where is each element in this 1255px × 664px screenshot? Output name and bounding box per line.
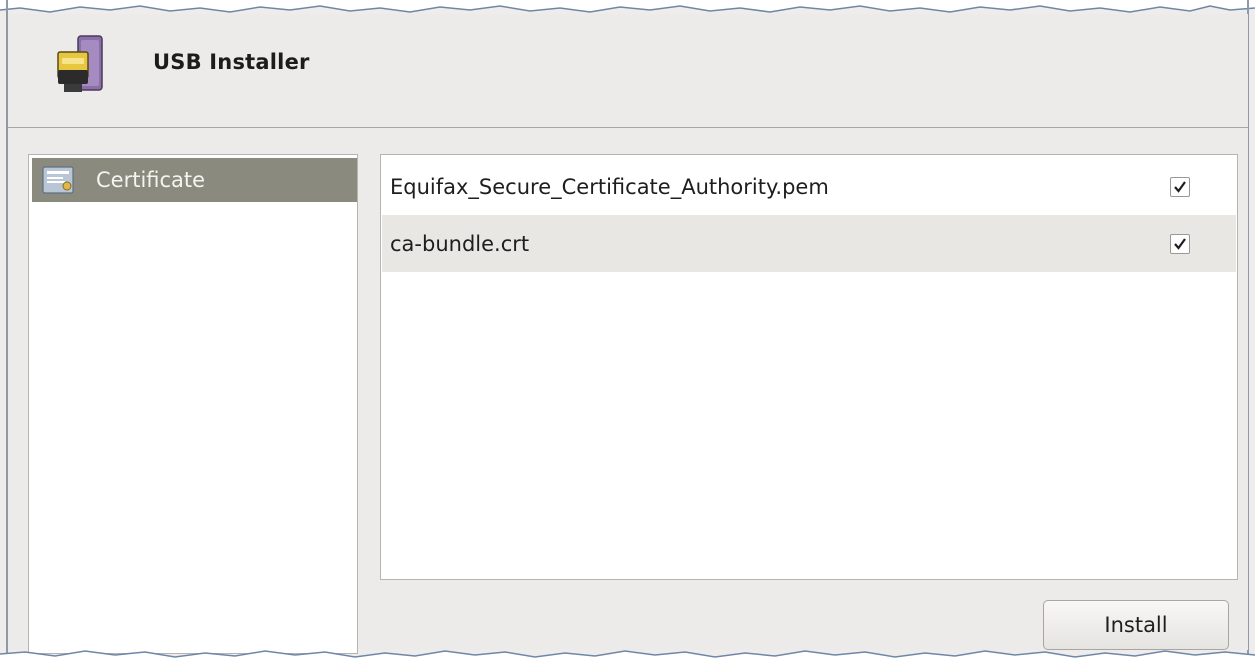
torn-edge-bottom (0, 650, 1255, 664)
certificate-name: Equifax_Secure_Certificate_Authority.pem (390, 174, 829, 199)
usb-installer-window: USB Installer Certificate Equifax_Secure… (0, 0, 1255, 664)
certificate-checkbox[interactable] (1170, 233, 1190, 254)
usb-drive-icon (57, 35, 103, 92)
install-button[interactable]: Install (1043, 600, 1229, 650)
checkmark-icon (1174, 237, 1186, 250)
list-item[interactable]: ca-bundle.crt (382, 215, 1236, 272)
window-header: USB Installer (8, 14, 1248, 128)
sidebar-item-label: Certificate (96, 168, 206, 192)
certificate-list: Equifax_Secure_Certificate_Authority.pem… (380, 154, 1238, 580)
checkmark-icon (1174, 180, 1186, 193)
sidebar: Certificate (28, 154, 358, 654)
certificate-name: ca-bundle.crt (390, 231, 530, 256)
list-item[interactable]: Equifax_Secure_Certificate_Authority.pem (382, 158, 1236, 215)
app-title: USB Installer (153, 50, 310, 74)
certificate-icon (42, 166, 74, 194)
sidebar-item-certificate[interactable]: Certificate (32, 158, 357, 202)
certificate-checkbox[interactable] (1170, 176, 1190, 197)
